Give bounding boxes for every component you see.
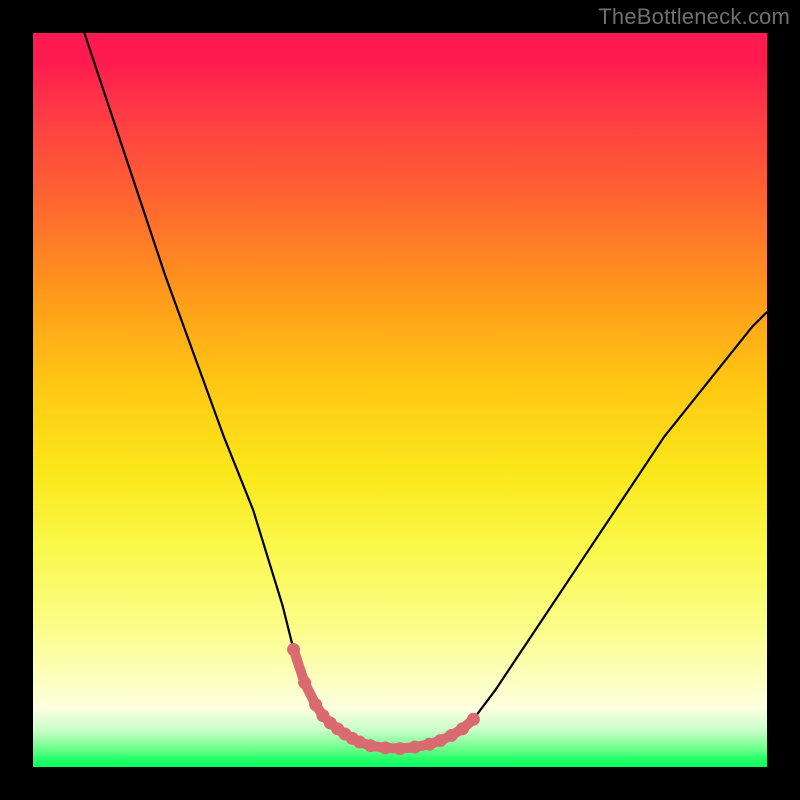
- trough-dot: [445, 729, 458, 742]
- left-curve-path: [84, 33, 400, 749]
- trough-dot: [408, 741, 421, 754]
- trough-dot: [298, 676, 311, 689]
- right-curve-path: [400, 312, 767, 749]
- trough-dot: [394, 742, 407, 755]
- trough-dot: [423, 738, 436, 751]
- trough-dot: [353, 736, 366, 749]
- watermark-text: TheBottleneck.com: [598, 4, 790, 30]
- chart-frame: TheBottleneck.com: [0, 0, 800, 800]
- curves-svg: [33, 33, 767, 767]
- plot-area: [33, 33, 767, 767]
- trough-dot: [467, 713, 480, 726]
- trough-highlight-dots: [287, 643, 480, 755]
- trough-dot: [379, 741, 392, 754]
- trough-dot: [309, 698, 322, 711]
- trough-dot: [456, 722, 469, 735]
- trough-dot: [287, 643, 300, 656]
- trough-dot: [364, 739, 377, 752]
